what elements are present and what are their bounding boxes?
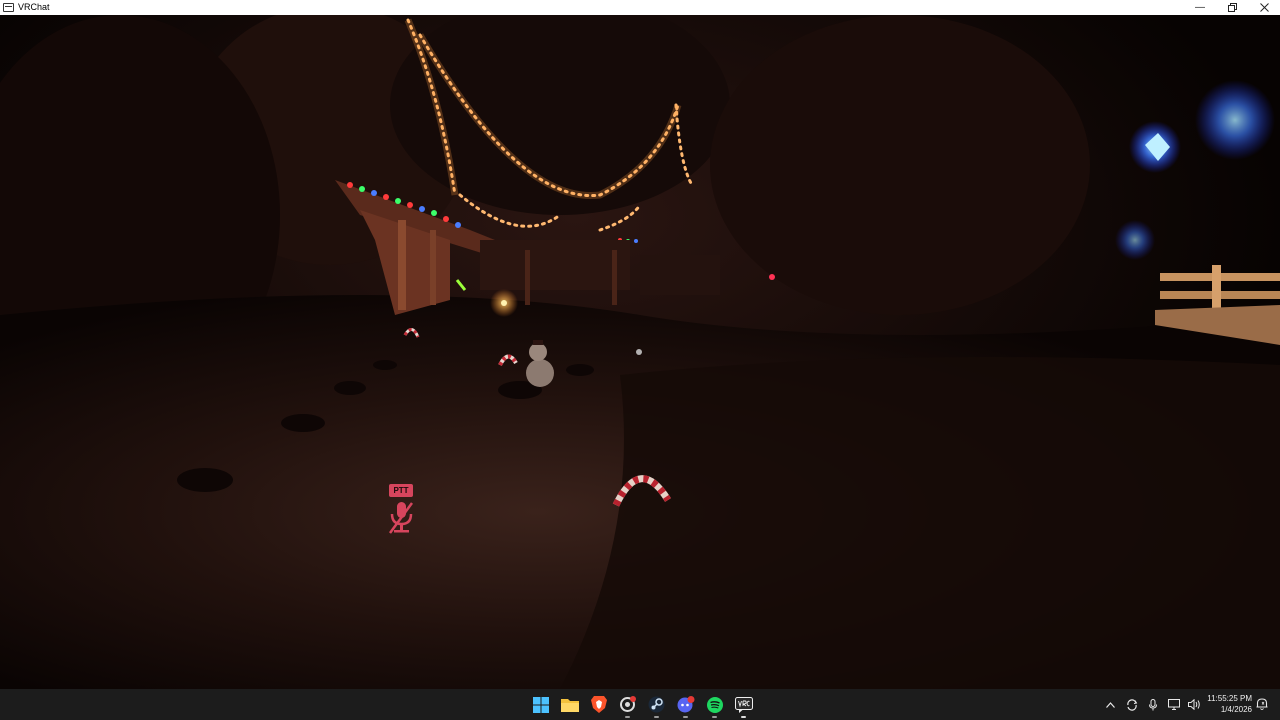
minimize-icon: — [1195, 2, 1205, 13]
close-button[interactable] [1248, 0, 1280, 15]
distant-building [640, 255, 720, 295]
red-light [769, 274, 775, 280]
window-controls: — [1184, 0, 1280, 15]
taskbar-brave[interactable] [584, 689, 613, 720]
tray-overflow-button[interactable] [1100, 689, 1121, 720]
brave-lion-icon [590, 696, 607, 713]
restore-button[interactable] [1216, 0, 1248, 15]
ring-app-icon [620, 696, 636, 712]
ptt-label: PTT [389, 484, 413, 497]
restore-icon [1227, 3, 1237, 12]
grass-area [560, 357, 1280, 689]
clock-date: 1/4/2026 [1220, 705, 1252, 714]
window-title: VRChat [18, 2, 50, 12]
spotify-icon [706, 696, 723, 713]
running-indicator [654, 716, 659, 718]
distant-building [480, 240, 630, 290]
close-icon [1259, 3, 1269, 12]
running-indicator [683, 716, 688, 718]
tray-display[interactable] [1163, 689, 1184, 720]
running-indicator [625, 716, 630, 718]
game-scene [0, 15, 1280, 689]
cabin-post [430, 230, 436, 305]
notification-center-button[interactable] [1255, 697, 1269, 711]
lantern [501, 300, 507, 306]
steam-icon [648, 696, 665, 713]
game-viewport[interactable]: PTT [0, 15, 1280, 689]
vrchat-window-icon [3, 3, 14, 12]
blue-crystal-glow [1195, 80, 1275, 160]
taskbar-vrchat[interactable] [729, 689, 758, 720]
taskbar: 11:55:25 PM 1/4/2026 [0, 689, 1280, 720]
push-to-talk-indicator: PTT [387, 484, 415, 536]
distant-post [612, 250, 617, 305]
taskbar-file-explorer[interactable] [555, 689, 584, 720]
taskbar-spotify[interactable] [700, 689, 729, 720]
discord-icon [677, 696, 694, 713]
microphone-icon [1148, 698, 1157, 710]
taskbar-clock[interactable]: 11:55:25 PM 1/4/2026 [1200, 693, 1252, 715]
folder-icon [560, 699, 579, 712]
tray-microphone[interactable] [1142, 689, 1163, 720]
windows-start-icon [532, 696, 549, 713]
taskbar-steam[interactable] [642, 689, 671, 720]
window-titlebar[interactable]: VRChat — [0, 0, 1280, 15]
tray-sync[interactable] [1121, 689, 1142, 720]
running-indicator [712, 716, 717, 718]
notification-bell-icon [1256, 698, 1268, 710]
minimize-button[interactable]: — [1184, 0, 1216, 15]
chevron-up-icon [1106, 701, 1115, 708]
display-icon [1167, 699, 1180, 710]
cabin-post [398, 220, 406, 310]
taskbar-discord[interactable] [671, 689, 700, 720]
vrchat-icon [734, 696, 753, 713]
blue-crystal-glow [1115, 220, 1155, 260]
sync-icon [1126, 698, 1137, 711]
running-indicator [741, 716, 746, 718]
taskbar-start-button[interactable] [526, 689, 555, 720]
tree-foliage [710, 15, 1090, 315]
taskbar-apps [526, 689, 758, 720]
clock-time: 11:55:25 PM [1207, 694, 1252, 703]
taskbar-ring-app[interactable] [613, 689, 642, 720]
distant-post [525, 250, 530, 305]
microphone-muted-icon [388, 502, 414, 534]
system-tray [1100, 689, 1205, 720]
crosshair-dot [636, 349, 642, 355]
